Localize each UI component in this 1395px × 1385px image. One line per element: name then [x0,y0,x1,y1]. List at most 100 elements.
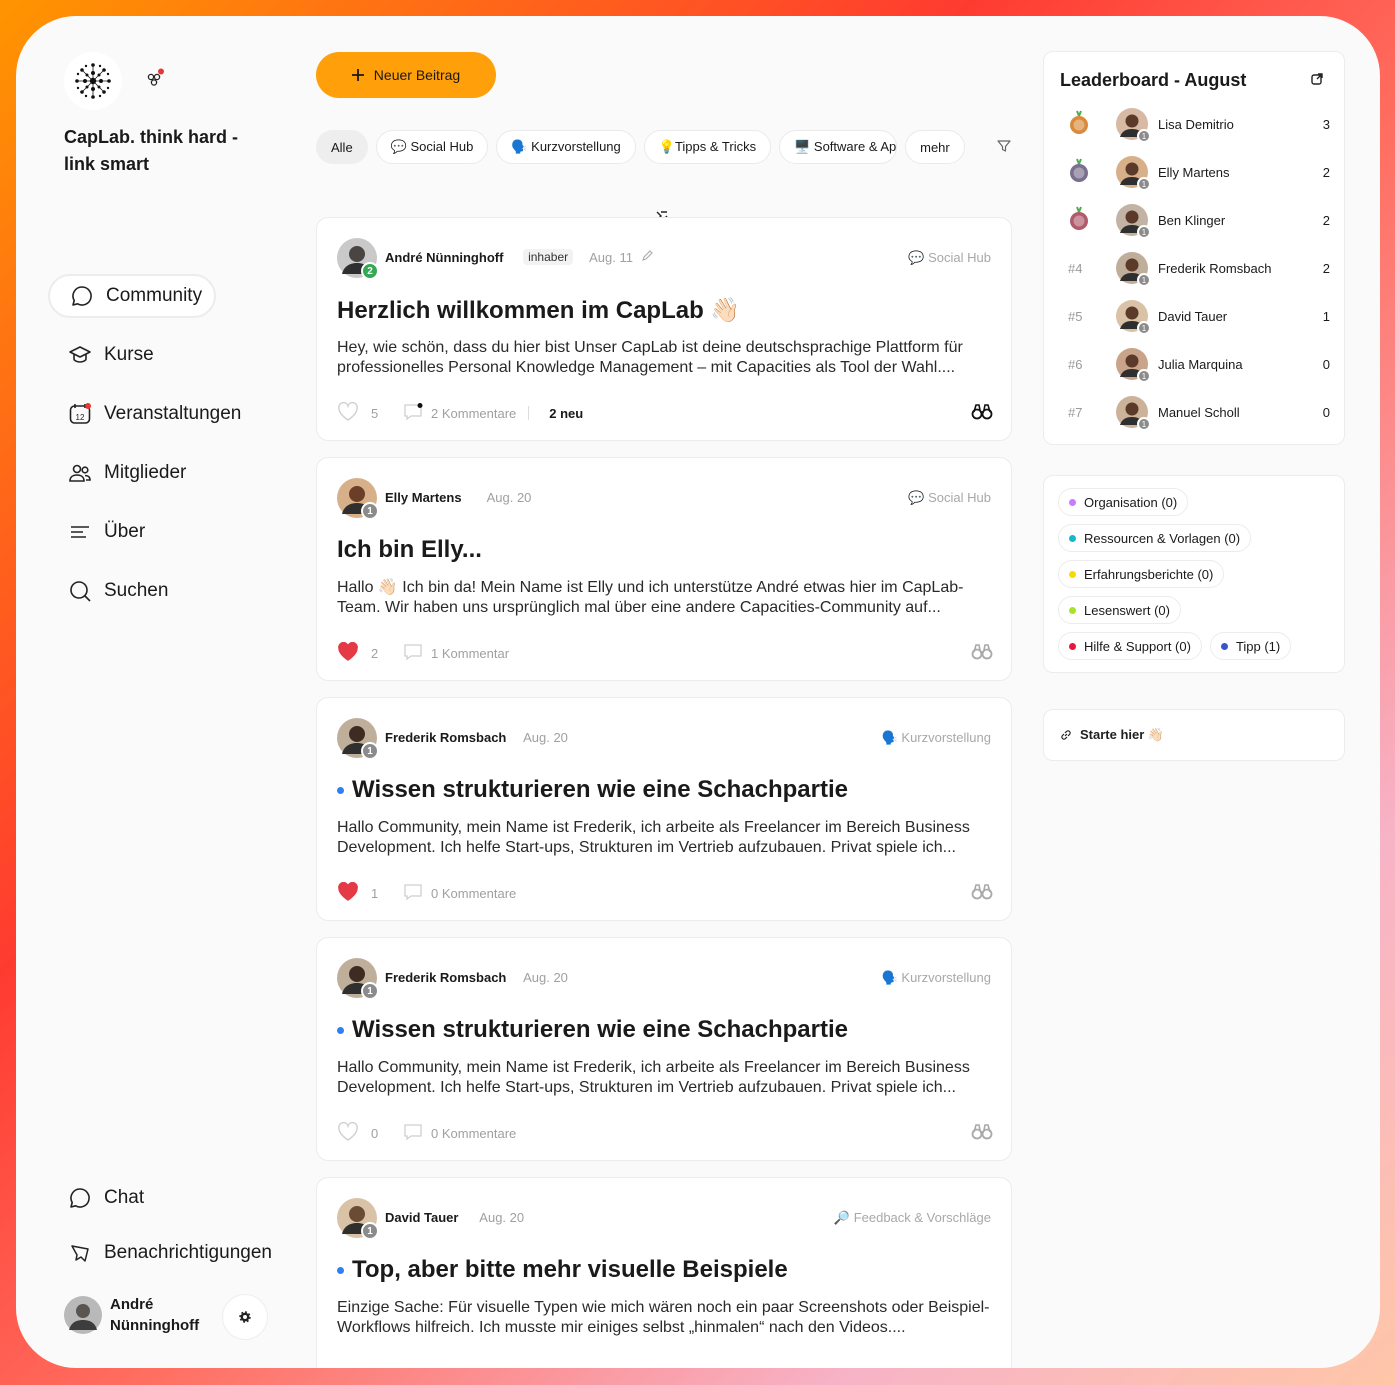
leaderboard-rank [1060,206,1116,235]
notification-bubble-icon [68,1241,92,1265]
nav-mitglieder[interactable]: Mitglieder [48,451,298,495]
post-title-text: Top, aber bitte mehr visuelle Beispiele [352,1256,788,1283]
filter-more-chip[interactable]: mehr [905,130,965,164]
post-space[interactable]: 💬 Social Hub [908,250,991,266]
community-logo[interactable] [64,52,122,110]
start-here-card[interactable]: Starte hier 👋🏻 [1043,709,1345,761]
binoculars-icon[interactable] [971,1122,993,1143]
post-card[interactable]: 1 Frederik Romsbach Aug. 20 🗣️ Kurzvorst… [316,697,1012,921]
filter-chip[interactable]: 💬 Social Hub [375,130,489,164]
post-card[interactable]: 2 André Nünninghoff inhaber Aug. 11 💬 So… [316,217,1012,441]
heart-icon [337,1121,359,1145]
level-badge: 1 [361,502,379,520]
post-card[interactable]: 1 Elly Martens Aug. 20 💬 Social Hub Ich … [316,457,1012,681]
like-count: 1 [371,885,379,901]
filter-chip[interactable]: 💡Tipps & Tricks [643,130,772,164]
post-space[interactable]: 🗣️ Kurzvorstellung [882,970,991,986]
rank-label: #4 [1068,260,1083,276]
binoculars-icon[interactable] [971,882,993,903]
topic-tag[interactable]: Ressourcen & Vorlagen (0) [1058,524,1252,552]
binoculars-icon[interactable] [971,402,993,423]
post-author[interactable]: Elly Martens [385,490,462,505]
post-author[interactable]: André Nünninghoff [385,250,503,265]
filter-chip-all[interactable]: Alle [316,130,368,164]
filter-chip[interactable]: 🖥️ Software & Apps [779,130,898,164]
topic-tag[interactable]: Tipp (1) [1209,632,1292,660]
post-author[interactable]: Frederik Romsbach [385,730,506,745]
leaderboard-row[interactable]: 1 Elly Martens 2 [1060,152,1330,192]
nav-veranstaltungen[interactable]: 12 Veranstaltungen [48,392,298,436]
comments-button[interactable]: 2 Kommentare 2 neu [403,402,583,424]
nav-label: Mitglieder [104,462,187,483]
like-count: 0 [371,1125,379,1141]
start-here-label: Starte hier 👋🏻 [1080,727,1165,742]
like-button[interactable]: 2 [337,641,403,665]
comments-button[interactable]: 0 Kommentare [403,1123,516,1144]
unread-dot [337,1026,344,1034]
leaderboard-name: Ben Klinger [1158,212,1226,228]
leaderboard-row[interactable]: #7 1 Manuel Scholl 0 [1060,392,1330,432]
post-card[interactable]: 1 Frederik Romsbach Aug. 20 🗣️ Kurzvorst… [316,937,1012,1161]
comment-icon [403,883,423,904]
leaderboard-row[interactable]: #5 1 David Tauer 1 [1060,296,1330,336]
level-badge: 1 [1137,369,1151,383]
comments-button[interactable]: 1 Kommentar [403,643,509,664]
leaderboard-row[interactable]: 1 Ben Klinger 2 [1060,200,1330,240]
like-button[interactable]: 5 [337,401,403,425]
post-title[interactable]: Ich bin Elly... [337,536,482,564]
funnel-icon[interactable] [996,138,1012,154]
nav-label: Über [104,521,146,542]
external-link-icon[interactable] [1310,72,1324,86]
topic-tag[interactable]: Organisation (0) [1058,488,1189,516]
like-button[interactable]: 0 [337,1121,403,1145]
link-icon [1061,730,1071,740]
post-excerpt: Hallo Community, mein Name ist Frederik,… [337,819,970,856]
post-title[interactable]: Wissen strukturieren wie eine Schachpart… [337,1016,848,1044]
comments-button[interactable]: 0 Kommentare [403,883,516,904]
filter-chip[interactable]: 🗣️ Kurzvorstellung [496,130,636,164]
post-title[interactable]: Herzlich willkommen im CapLab 👋🏻 [337,296,740,325]
leaderboard-points: 0 [1322,404,1330,420]
post-space[interactable]: 🔎 Feedback & Vorschläge [834,1210,991,1226]
heart-icon [337,881,359,905]
leaderboard-rank: #6 [1060,357,1116,372]
tag-color-dot [1069,642,1076,650]
tag-list: Organisation (0) Ressourcen & Vorlagen (0… [1044,476,1344,672]
settings-button[interactable] [222,1294,268,1340]
post-author[interactable]: Frederik Romsbach [385,970,506,985]
nav-ueber[interactable]: Über [48,510,298,554]
post-actions: 0 0 Kommentare [337,1121,993,1145]
leaderboard-row[interactable]: #6 1 Julia Marquina 0 [1060,344,1330,384]
binoculars-icon[interactable] [971,642,993,663]
topic-tag[interactable]: Lesenswert (0) [1058,596,1181,624]
leaderboard-row[interactable]: #4 1 Frederik Romsbach 2 [1060,248,1330,288]
comment-icon [403,1123,423,1144]
leaderboard-row[interactable]: 1 Lisa Demitrio 3 [1060,104,1330,144]
comment-count: 0 Kommentare [431,885,517,901]
nav-chat[interactable]: Chat [48,1176,298,1220]
nav-suchen[interactable]: Suchen [48,569,298,613]
post-space[interactable]: 💬 Social Hub [908,490,991,506]
post-title-text: Wissen strukturieren wie eine Schachpart… [352,776,848,803]
topic-tag[interactable]: Hilfe & Support (0) [1058,632,1202,660]
new-post-button[interactable]: Neuer Beitrag [316,52,496,98]
start-here-link[interactable]: Starte hier 👋🏻 [1044,710,1344,760]
level-badge: 1 [1137,225,1151,239]
post-card[interactable]: 1 David Tauer Aug. 20 🔎 Feedback & Vorsc… [316,1177,1012,1368]
nav-benachrichtigungen[interactable]: Benachrichtigungen [48,1231,298,1275]
like-button[interactable]: 1 [337,881,403,905]
post-author[interactable]: David Tauer [385,1210,458,1225]
nav-kurse[interactable]: Kurse [48,333,298,377]
apps-switcher-icon[interactable] [146,68,166,88]
chat-icon [68,1186,92,1210]
edit-icon[interactable] [641,250,653,265]
nav-label: Veranstaltungen [104,403,242,424]
topic-tag[interactable]: Erfahrungsberichte (0) [1058,560,1225,588]
nav-community[interactable]: Community [48,274,216,318]
leaderboard-points: 2 [1322,212,1330,228]
post-title[interactable]: Wissen strukturieren wie eine Schachpart… [337,776,848,804]
main-nav: Community Kurse 12 Veranstaltungen Mitgl… [48,274,298,628]
lines-icon [68,520,92,544]
post-space[interactable]: 🗣️ Kurzvorstellung [882,730,991,746]
post-title[interactable]: Top, aber bitte mehr visuelle Beispiele [337,1256,788,1284]
